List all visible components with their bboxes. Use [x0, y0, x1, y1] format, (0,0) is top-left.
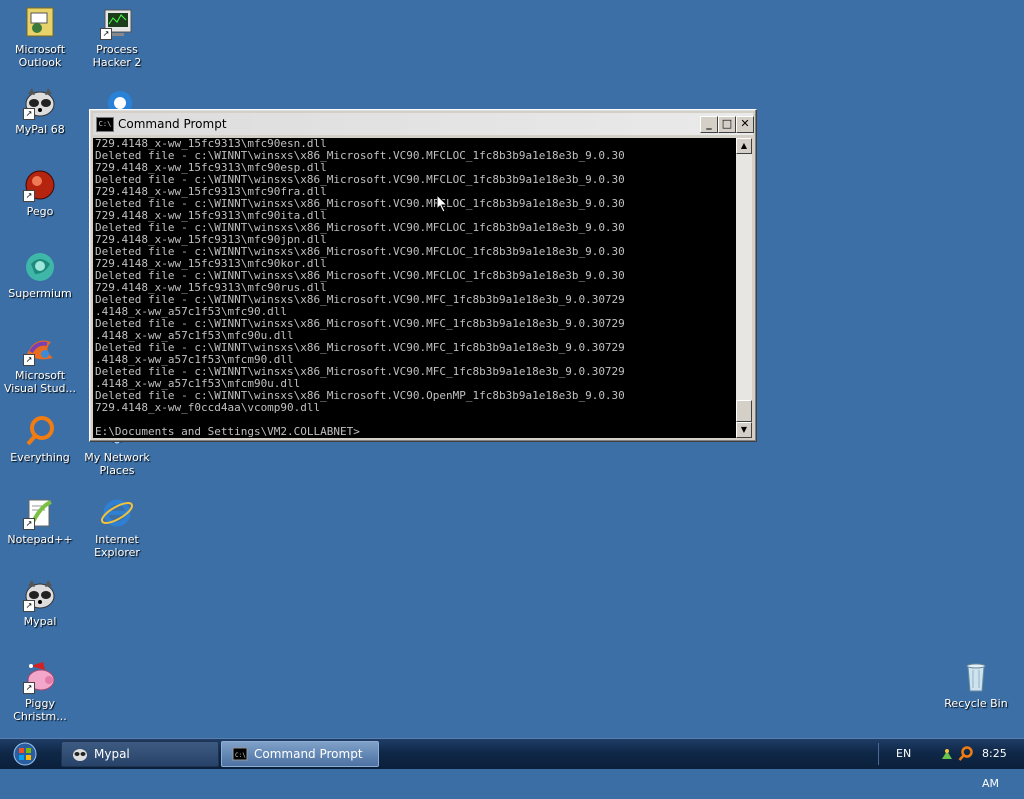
desktop-icon-label: Notepad++: [7, 533, 73, 546]
window-titlebar[interactable]: C:\ Command Prompt _ □ ✕: [93, 113, 754, 135]
desktop-icon-label: Supermium: [8, 287, 72, 300]
console-output[interactable]: 729.4148_x-ww_15fc9313\mfc90esn.dll Delet…: [93, 138, 738, 438]
raccoon-icon: ↗: [23, 86, 57, 120]
desktop-icon-internet-explorer[interactable]: Internet Explorer: [78, 496, 156, 559]
language-indicator[interactable]: EN: [896, 739, 911, 769]
desktop-icon-mypal-68[interactable]: ↗ MyPal 68: [1, 86, 79, 136]
close-button[interactable]: ✕: [736, 116, 754, 133]
desktop-icon-everything[interactable]: Everything: [1, 414, 79, 464]
system-tray: EN 8:25 AM: [874, 739, 1024, 790]
desktop: Microsoft Outlook ↗ MyPal 68 ↗ Pego Supe…: [0, 0, 1024, 738]
desktop-icon-label: MyPal 68: [15, 123, 65, 136]
desktop-icon-label: Microsoft Visual Stud...: [3, 369, 77, 395]
maximize-button[interactable]: □: [718, 116, 736, 133]
desktop-icon-label: Microsoft Outlook: [14, 43, 66, 69]
shortcut-arrow-icon: ↗: [23, 600, 35, 612]
desktop-icon-mypal[interactable]: ↗ Mypal: [1, 578, 79, 628]
taskbar-button-label: Command Prompt: [254, 747, 363, 761]
desktop-icon-label: Pego: [26, 205, 54, 218]
shortcut-arrow-icon: ↗: [23, 190, 35, 202]
command-prompt-window[interactable]: C:\ Command Prompt _ □ ✕ 729.4148_x-ww_1…: [89, 109, 757, 442]
desktop-icon-label: Recycle Bin: [944, 697, 1008, 710]
desktop-icon-microsoft-outlook[interactable]: Microsoft Outlook: [1, 6, 79, 69]
shortcut-arrow-icon: ↗: [23, 518, 35, 530]
shortcut-arrow-icon: ↗: [23, 682, 35, 694]
outlook-icon: [23, 6, 57, 40]
taskbar: Mypal C:\ Command Prompt EN 8:25 AM: [0, 738, 1024, 790]
scroll-thumb[interactable]: [736, 400, 752, 422]
desktop-icon-pego[interactable]: ↗ Pego: [1, 168, 79, 218]
scroll-down-button[interactable]: ▼: [736, 422, 752, 438]
pego-icon: ↗: [23, 168, 57, 202]
desktop-icon-notepadpp[interactable]: ↗ Notepad++: [1, 496, 79, 546]
taskbar-button-command-prompt[interactable]: C:\ Command Prompt: [221, 741, 379, 767]
desktop-icon-label: Piggy Christm...: [13, 697, 67, 723]
recycle-bin-icon: [959, 660, 993, 694]
console-line: 729.4148_x-ww_f0ccd4aa\vcomp90.dll: [95, 401, 321, 414]
desktop-icon-label: Everything: [10, 451, 70, 464]
cmd-icon: C:\: [96, 117, 114, 132]
minimize-button[interactable]: _: [700, 116, 718, 133]
desktop-icon-recycle-bin[interactable]: Recycle Bin: [937, 660, 1015, 710]
shortcut-arrow-icon: ↗: [23, 354, 35, 366]
vertical-scrollbar[interactable]: ▲ ▼: [736, 138, 752, 438]
desktop-icon-visual-studio[interactable]: ↗ Microsoft Visual Stud...: [1, 332, 79, 395]
svg-text:C:\: C:\: [235, 752, 246, 759]
taskbar-button-mypal[interactable]: Mypal: [61, 741, 219, 767]
desktop-icon-label: Mypal: [23, 615, 57, 628]
visual-studio-icon: ↗: [23, 332, 57, 366]
notepadpp-icon: ↗: [23, 496, 57, 530]
network-tray-icon[interactable]: [940, 747, 954, 761]
desktop-icon-piggy-christmas[interactable]: ↗ Piggy Christm...: [1, 660, 79, 723]
raccoon-icon: [73, 749, 87, 761]
process-hacker-icon: ↗: [100, 6, 134, 40]
window-title: Command Prompt: [118, 117, 227, 131]
shortcut-arrow-icon: ↗: [23, 108, 35, 120]
internet-explorer-icon: [100, 496, 134, 530]
tray-separator: [878, 743, 879, 765]
clock[interactable]: 8:25 AM: [982, 739, 1024, 799]
supermium-icon: [23, 250, 57, 284]
console-line: E:\Documents and Settings\VM2.COLLABNET>: [95, 425, 360, 438]
desktop-icon-label: My Network Places: [84, 451, 150, 477]
desktop-icon-process-hacker[interactable]: ↗ Process Hacker 2: [78, 6, 156, 69]
cmd-icon: C:\: [232, 747, 248, 761]
scroll-up-button[interactable]: ▲: [736, 138, 752, 154]
shortcut-arrow-icon: ↗: [100, 28, 112, 40]
taskbar-button-label: Mypal: [94, 747, 130, 761]
mouse-pointer-icon: [437, 195, 449, 213]
desktop-icon-supermium[interactable]: Supermium: [1, 250, 79, 300]
start-button[interactable]: [8, 741, 42, 767]
raccoon-icon: ↗: [23, 578, 57, 612]
desktop-icon-label: Internet Explorer: [94, 533, 140, 559]
search-tray-icon[interactable]: [958, 746, 973, 762]
piggy-icon: ↗: [23, 660, 57, 694]
desktop-icon-label: Process Hacker 2: [92, 43, 142, 69]
everything-icon: [23, 414, 57, 448]
